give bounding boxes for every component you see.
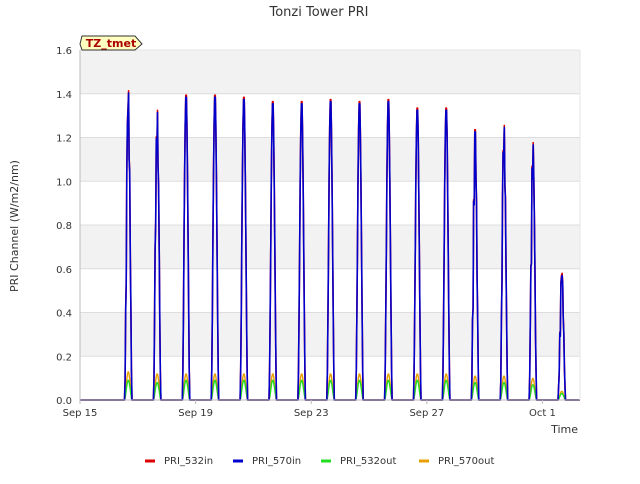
pri-line-chart: 0.0 0.2 0.4 0.6 0.8 1.0 1.2 1.4 1.6 Sep 15 Sep 19 S… [8, 5, 581, 467]
legend-label: PRI_570out [438, 456, 494, 467]
y-tick-label: 0.8 [56, 221, 72, 232]
y-tick-label: 0.2 [56, 352, 72, 363]
y-tick-label: 1.0 [56, 177, 72, 188]
chart-container: 0.0 0.2 0.4 0.6 0.8 1.0 1.2 1.4 1.6 Sep 15 Sep 19 S… [0, 0, 640, 480]
y-axis-label: PRI Channel (W/m2/nm) [8, 160, 21, 292]
y-tick-label: 0.0 [56, 396, 72, 407]
x-tick-label: Sep 15 [63, 408, 98, 419]
y-tick-label: 1.4 [56, 90, 72, 101]
legend: PRI_532in PRI_570in PRI_532out PRI_570out [145, 456, 494, 467]
x-axis-label: Time [550, 423, 578, 436]
chart-title: Tonzi Tower PRI [269, 5, 369, 20]
y-tick-label: 1.2 [56, 134, 72, 145]
x-tick-label: Sep 23 [294, 408, 329, 419]
y-tick-label: 0.6 [56, 265, 72, 276]
annotation-text: TZ_tmet [86, 37, 136, 50]
x-tick-label: Sep 19 [178, 408, 213, 419]
plot-band [80, 50, 580, 94]
x-tick-label: Oct 1 [529, 408, 556, 419]
annotation-badge: TZ_tmet [79, 35, 143, 51]
y-tick-label: 1.6 [56, 46, 72, 57]
x-tick-label: Sep 27 [409, 408, 444, 419]
legend-label: PRI_570in [252, 456, 301, 467]
legend-label: PRI_532in [164, 456, 213, 467]
legend-label: PRI_532out [340, 456, 396, 467]
y-tick-label: 0.4 [56, 309, 72, 320]
